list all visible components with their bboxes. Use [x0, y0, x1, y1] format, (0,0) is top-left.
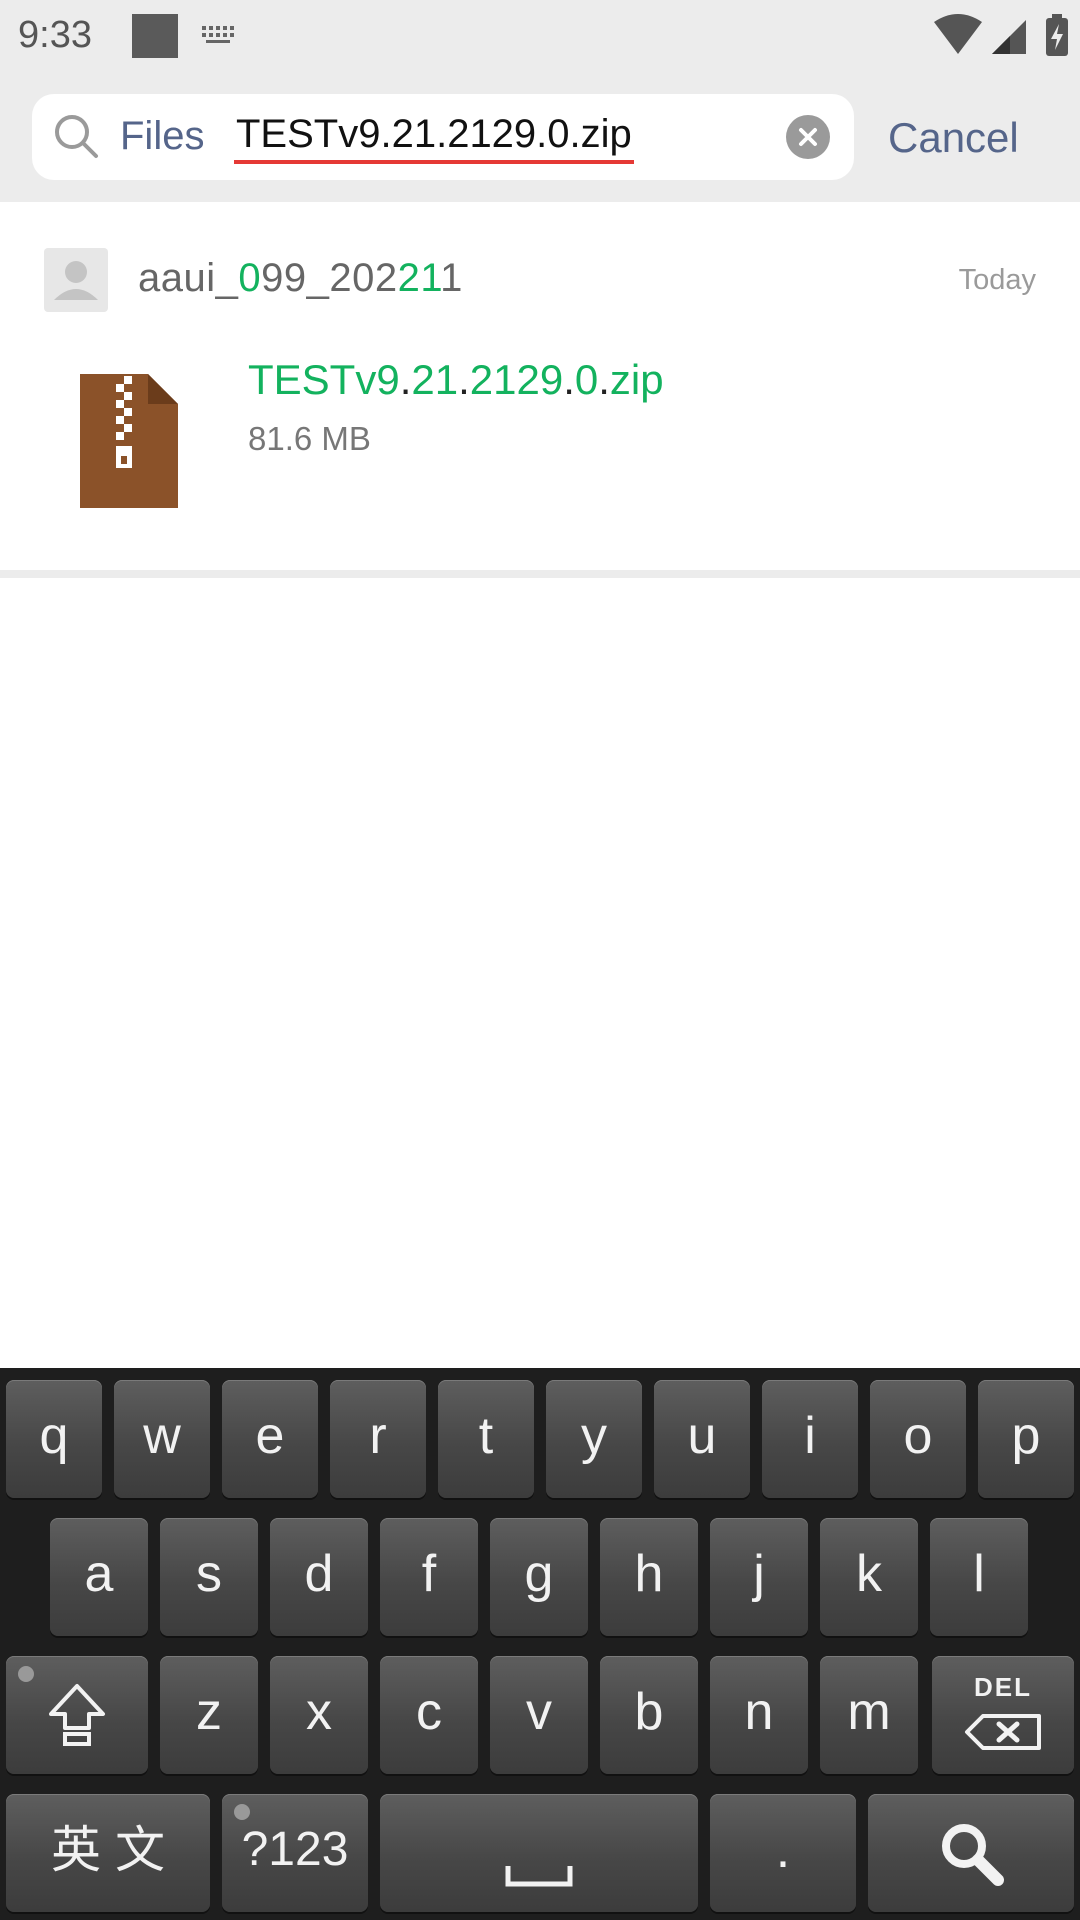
key-r[interactable]: r [330, 1380, 426, 1498]
key-j[interactable]: j [710, 1518, 808, 1636]
key-u[interactable]: u [654, 1380, 750, 1498]
key-g[interactable]: g [490, 1518, 588, 1636]
section-divider [0, 570, 1080, 578]
result-date: Today [958, 264, 1036, 296]
shift-icon [49, 1684, 105, 1746]
sender-name[interactable]: aaui_099_202211 [138, 256, 463, 301]
delete-icon [965, 1714, 1041, 1750]
language-key[interactable]: 英 文 [6, 1794, 210, 1912]
key-f[interactable]: f [380, 1518, 478, 1636]
period-key[interactable]: . [710, 1794, 856, 1912]
search-input[interactable]: TESTv9.21.2129.0.zip [234, 110, 634, 164]
avatar[interactable] [44, 248, 108, 312]
key-a[interactable]: a [50, 1518, 148, 1636]
status-time: 9:33 [18, 14, 92, 56]
delete-key-label: DEL [974, 1672, 1032, 1702]
cancel-button[interactable]: Cancel [888, 114, 1019, 162]
key-x[interactable]: x [270, 1656, 368, 1774]
clear-icon[interactable] [786, 115, 830, 159]
key-i[interactable]: i [762, 1380, 858, 1498]
shift-key[interactable] [6, 1656, 148, 1774]
symbols-key[interactable]: ?123 [222, 1794, 368, 1912]
key-v[interactable]: v [490, 1656, 588, 1774]
delete-key[interactable]: DEL [932, 1656, 1074, 1774]
battery-icon [1046, 14, 1068, 56]
key-p[interactable]: p [978, 1380, 1074, 1498]
key-b[interactable]: b [600, 1656, 698, 1774]
key-q[interactable]: q [6, 1380, 102, 1498]
zip-file-icon[interactable] [76, 370, 182, 512]
avatar-icon [54, 261, 98, 300]
wifi-icon [934, 14, 982, 54]
key-t[interactable]: t [438, 1380, 534, 1498]
soft-keyboard: q w e r t y u i o p a s d f g h j k l z … [0, 1368, 1080, 1920]
key-z[interactable]: z [160, 1656, 258, 1774]
key-e[interactable]: e [222, 1380, 318, 1498]
key-s[interactable]: s [160, 1518, 258, 1636]
search-scope-label: Files [120, 114, 205, 158]
key-c[interactable]: c [380, 1656, 478, 1774]
space-icon [505, 1866, 573, 1887]
search-header: Files TESTv9.21.2129.0.zip Cancel [0, 76, 1080, 202]
status-bar: 9:33 [0, 0, 1080, 76]
search-result-group: aaui_099_202211 Today TESTv9.21.2129.0.z… [0, 202, 1080, 568]
space-key[interactable] [380, 1794, 698, 1912]
key-d[interactable]: d [270, 1518, 368, 1636]
key-h[interactable]: h [600, 1518, 698, 1636]
key-w[interactable]: w [114, 1380, 210, 1498]
search-key[interactable] [868, 1794, 1074, 1912]
key-o[interactable]: o [870, 1380, 966, 1498]
search-icon [55, 115, 98, 158]
key-m[interactable]: m [820, 1656, 918, 1774]
keyboard-notification-icon [202, 26, 234, 43]
key-l[interactable]: l [930, 1518, 1028, 1636]
search-box[interactable]: Files TESTv9.21.2129.0.zip [32, 94, 854, 180]
file-name[interactable]: TESTv9.21.2129.0.zip [248, 356, 664, 404]
file-size: 81.6 MB [248, 420, 371, 457]
key-y[interactable]: y [546, 1380, 642, 1498]
notification-square-icon [132, 14, 178, 58]
key-n[interactable]: n [710, 1656, 808, 1774]
key-k[interactable]: k [820, 1518, 918, 1636]
keyboard-search-icon [942, 1824, 1004, 1886]
